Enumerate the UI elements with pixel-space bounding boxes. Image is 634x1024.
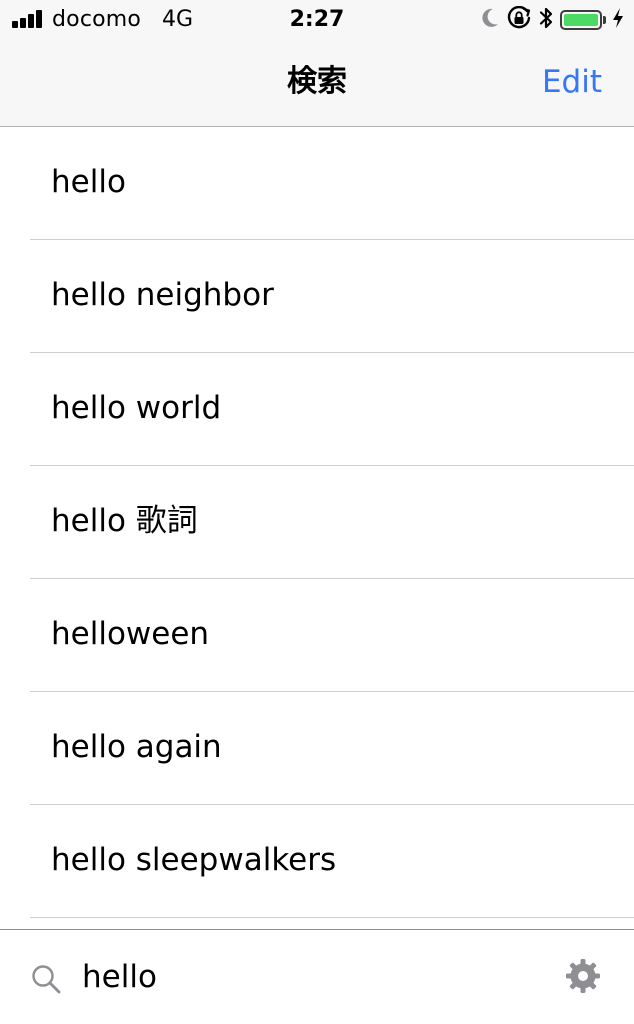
bluetooth-icon — [538, 6, 554, 34]
suggestion-item[interactable]: hello neighbor — [0, 240, 634, 353]
status-bar: docomo 4G 2:27 — [0, 0, 634, 40]
search-input[interactable] — [82, 954, 522, 1000]
status-icons — [474, 5, 624, 34]
gear-icon[interactable] — [565, 958, 601, 994]
orientation-lock-icon — [506, 5, 532, 34]
app-screen: docomo 4G 2:27 検索 Edit hello hello neigh… — [0, 0, 634, 1024]
suggestion-item[interactable]: hello — [0, 127, 634, 240]
search-icon — [30, 963, 62, 995]
suggestion-label: hello — [51, 164, 126, 200]
page-title: 検索 — [287, 64, 347, 99]
battery-tip — [603, 16, 606, 24]
suggestion-label: hello 歌詞 — [51, 503, 198, 539]
suggestion-label: helloween — [51, 616, 210, 652]
charging-icon — [612, 7, 624, 33]
suggestion-label: hello sleepwalkers — [51, 842, 337, 878]
suggestion-item[interactable]: hello 歌詞 — [0, 466, 634, 579]
search-bar — [0, 929, 634, 1024]
suggestion-item[interactable]: hello sleepwalkers — [0, 805, 634, 918]
suggestion-item[interactable]: hello world — [0, 353, 634, 466]
suggestion-list: hello hello neighbor hello world hello 歌… — [0, 127, 634, 918]
suggestion-item[interactable]: hello again — [0, 692, 634, 805]
moon-icon — [480, 7, 500, 33]
suggestion-label: hello neighbor — [51, 277, 274, 313]
battery-level — [564, 14, 598, 26]
suggestion-item[interactable]: helloween — [0, 579, 634, 692]
navigation-bar: 検索 Edit — [0, 40, 634, 127]
suggestion-label: hello again — [51, 729, 222, 765]
battery-icon — [560, 10, 602, 30]
edit-button[interactable]: Edit — [542, 62, 602, 102]
suggestion-label: hello world — [51, 390, 222, 426]
